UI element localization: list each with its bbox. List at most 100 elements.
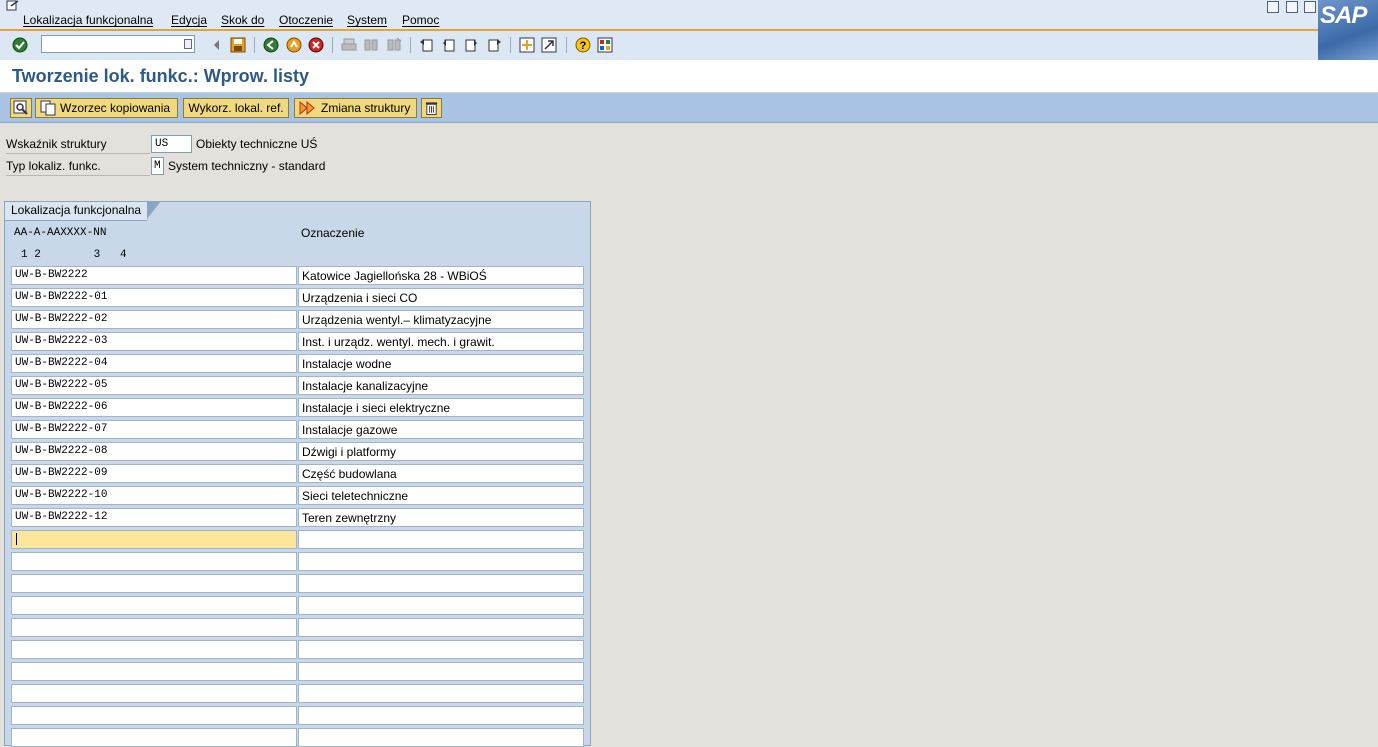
toolbar-separator xyxy=(332,37,333,53)
help-icon[interactable]: ? xyxy=(575,37,591,53)
structure-indicator-input[interactable]: US xyxy=(151,135,192,153)
floc-code-cell[interactable] xyxy=(11,574,297,593)
floc-code-cell[interactable]: UW-B-BW2222-06 xyxy=(11,398,297,417)
delete-button[interactable] xyxy=(421,98,442,118)
floc-code-cell[interactable] xyxy=(11,706,297,725)
floc-code-cell[interactable]: UW-B-BW2222-07 xyxy=(11,420,297,439)
floc-desc-cell[interactable]: Teren zewnętrzny xyxy=(298,508,584,527)
menu-otoczenie[interactable]: Otoczenie xyxy=(279,13,333,27)
floc-code-cell[interactable]: UW-B-BW2222-01 xyxy=(11,288,297,307)
floc-desc-cell[interactable]: Katowice Jagiellońska 28 - WBiOŚ xyxy=(298,266,584,285)
floc-code-cell[interactable]: UW-B-BW2222-12 xyxy=(11,508,297,527)
floc-code-cell[interactable] xyxy=(11,552,297,571)
floc-desc-cell[interactable]: Instalacje gazowe xyxy=(298,420,584,439)
floc-desc-value: Katowice Jagiellońska 28 - WBiOŚ xyxy=(302,269,487,283)
command-history-icon[interactable] xyxy=(184,39,192,49)
enter-icon[interactable] xyxy=(12,37,28,53)
create-session-icon[interactable] xyxy=(519,37,535,53)
back-icon[interactable] xyxy=(209,37,225,53)
restore-icon[interactable] xyxy=(1285,1,1298,13)
floc-code-cell[interactable]: UW-B-BW2222-03 xyxy=(11,332,297,351)
floc-desc-cell[interactable] xyxy=(298,618,584,637)
structure-indicator-text: Obiekty techniczne UŚ xyxy=(196,137,318,151)
floc-desc-cell[interactable] xyxy=(298,728,584,747)
floc-desc-cell[interactable] xyxy=(298,552,584,571)
change-structure-label: Zmiana struktury xyxy=(321,101,411,115)
floc-type-label: Typ lokaliz. funkc. xyxy=(6,159,150,176)
floc-desc-cell[interactable]: Inst. i urządz. wentyl. mech. i grawit. xyxy=(298,332,584,351)
floc-desc-cell[interactable]: Część budowlana xyxy=(298,464,584,483)
floc-desc-cell[interactable]: Dźwigi i platformy xyxy=(298,442,584,461)
minimize-icon[interactable] xyxy=(1267,1,1280,13)
page-title: Tworzenie lok. funkc.: Wprow. listy xyxy=(12,66,310,86)
floc-code-cell[interactable] xyxy=(11,640,297,659)
cancel-icon[interactable] xyxy=(308,37,324,53)
toolbar-separator xyxy=(510,37,511,53)
floc-desc-cell[interactable] xyxy=(298,640,584,659)
system-menu-icon[interactable] xyxy=(6,0,20,12)
floc-desc-value: Teren zewnętrzny xyxy=(302,511,397,525)
save-icon[interactable] xyxy=(230,37,246,53)
floc-desc-cell[interactable]: Instalacje wodne xyxy=(298,354,584,373)
floc-code-cell[interactable]: UW-B-BW2222-04 xyxy=(11,354,297,373)
display-object-button[interactable] xyxy=(10,98,32,118)
close-icon[interactable] xyxy=(1304,1,1316,13)
floc-desc-cell[interactable]: Urządzenia i sieci CO xyxy=(298,288,584,307)
exit-icon[interactable] xyxy=(286,37,302,53)
floc-desc-cell[interactable] xyxy=(298,706,584,725)
floc-desc-cell[interactable]: Urządzenia wentyl.– klimatyzacyjne xyxy=(298,310,584,329)
floc-code-value: UW-B-BW2222-08 xyxy=(15,445,108,457)
next-page-icon[interactable] xyxy=(463,37,479,53)
floc-code-cell[interactable]: UW-B-BW2222-05 xyxy=(11,376,297,395)
floc-code-value: UW-B-BW2222 xyxy=(15,269,88,281)
use-reference-button[interactable]: Wykorz. lokal. ref. xyxy=(183,98,289,118)
floc-desc-value: Instalacje wodne xyxy=(302,357,392,371)
menu-lokalizacja[interactable]: Lokalizacja funkcjonalna xyxy=(23,13,153,27)
floc-desc-cell[interactable] xyxy=(298,684,584,703)
floc-desc-value: Instalacje gazowe xyxy=(302,423,398,437)
menu-skok-do[interactable]: Skok do xyxy=(221,13,264,27)
floc-code-cell[interactable]: UW-B-BW2222-02 xyxy=(11,310,297,329)
structure-arrows-icon xyxy=(299,100,315,116)
floc-code-value: UW-B-BW2222-10 xyxy=(15,489,108,501)
floc-code-cell[interactable] xyxy=(11,596,297,615)
menu-pomoc[interactable]: Pomoc xyxy=(402,13,439,27)
floc-code-cell[interactable] xyxy=(11,662,297,681)
floc-desc-value: Część budowlana xyxy=(302,467,397,481)
floc-desc-cell[interactable] xyxy=(298,574,584,593)
find-icon[interactable] xyxy=(363,37,379,53)
floc-desc-cell[interactable] xyxy=(298,662,584,681)
print-icon[interactable] xyxy=(341,37,357,53)
copy-template-button[interactable]: Wzorzec kopiowania xyxy=(35,98,178,118)
floc-code-cell[interactable]: UW-B-BW2222-08 xyxy=(11,442,297,461)
floc-code-value: UW-B-BW2222-12 xyxy=(15,511,108,523)
floc-type-input[interactable]: M xyxy=(151,157,164,175)
floc-code-value: UW-B-BW2222-09 xyxy=(15,467,108,479)
floc-code-cell[interactable]: UW-B-BW2222-10 xyxy=(11,486,297,505)
floc-code-cell[interactable] xyxy=(11,618,297,637)
menu-system[interactable]: System xyxy=(347,13,387,27)
layout-icon[interactable] xyxy=(597,37,613,53)
command-field[interactable] xyxy=(41,35,195,53)
back-green-icon[interactable] xyxy=(263,37,279,53)
shortcut-icon[interactable] xyxy=(541,37,557,53)
floc-desc-cell[interactable]: Sieci teletechniczne xyxy=(298,486,584,505)
toolbar-separator xyxy=(254,37,255,53)
floc-desc-cell[interactable]: Instalacje kanalizacyjne xyxy=(298,376,584,395)
text-cursor xyxy=(16,533,17,545)
floc-code-cell[interactable] xyxy=(11,728,297,747)
menu-edycja[interactable]: Edycja xyxy=(171,13,207,27)
floc-desc-value: Dźwigi i platformy xyxy=(302,445,397,459)
find-next-icon[interactable] xyxy=(386,37,402,53)
floc-code-cell[interactable] xyxy=(11,530,297,549)
floc-desc-cell[interactable]: Instalacje i sieci elektryczne xyxy=(298,398,584,417)
floc-desc-cell[interactable] xyxy=(298,596,584,615)
floc-code-cell[interactable]: UW-B-BW2222-09 xyxy=(11,464,297,483)
last-page-icon[interactable] xyxy=(486,37,502,53)
floc-code-cell[interactable] xyxy=(11,684,297,703)
floc-code-cell[interactable]: UW-B-BW2222 xyxy=(11,266,297,285)
floc-desc-cell[interactable] xyxy=(298,530,584,549)
first-page-icon[interactable] xyxy=(419,37,435,53)
previous-page-icon[interactable] xyxy=(441,37,457,53)
change-structure-button[interactable]: Zmiana struktury xyxy=(294,98,417,118)
